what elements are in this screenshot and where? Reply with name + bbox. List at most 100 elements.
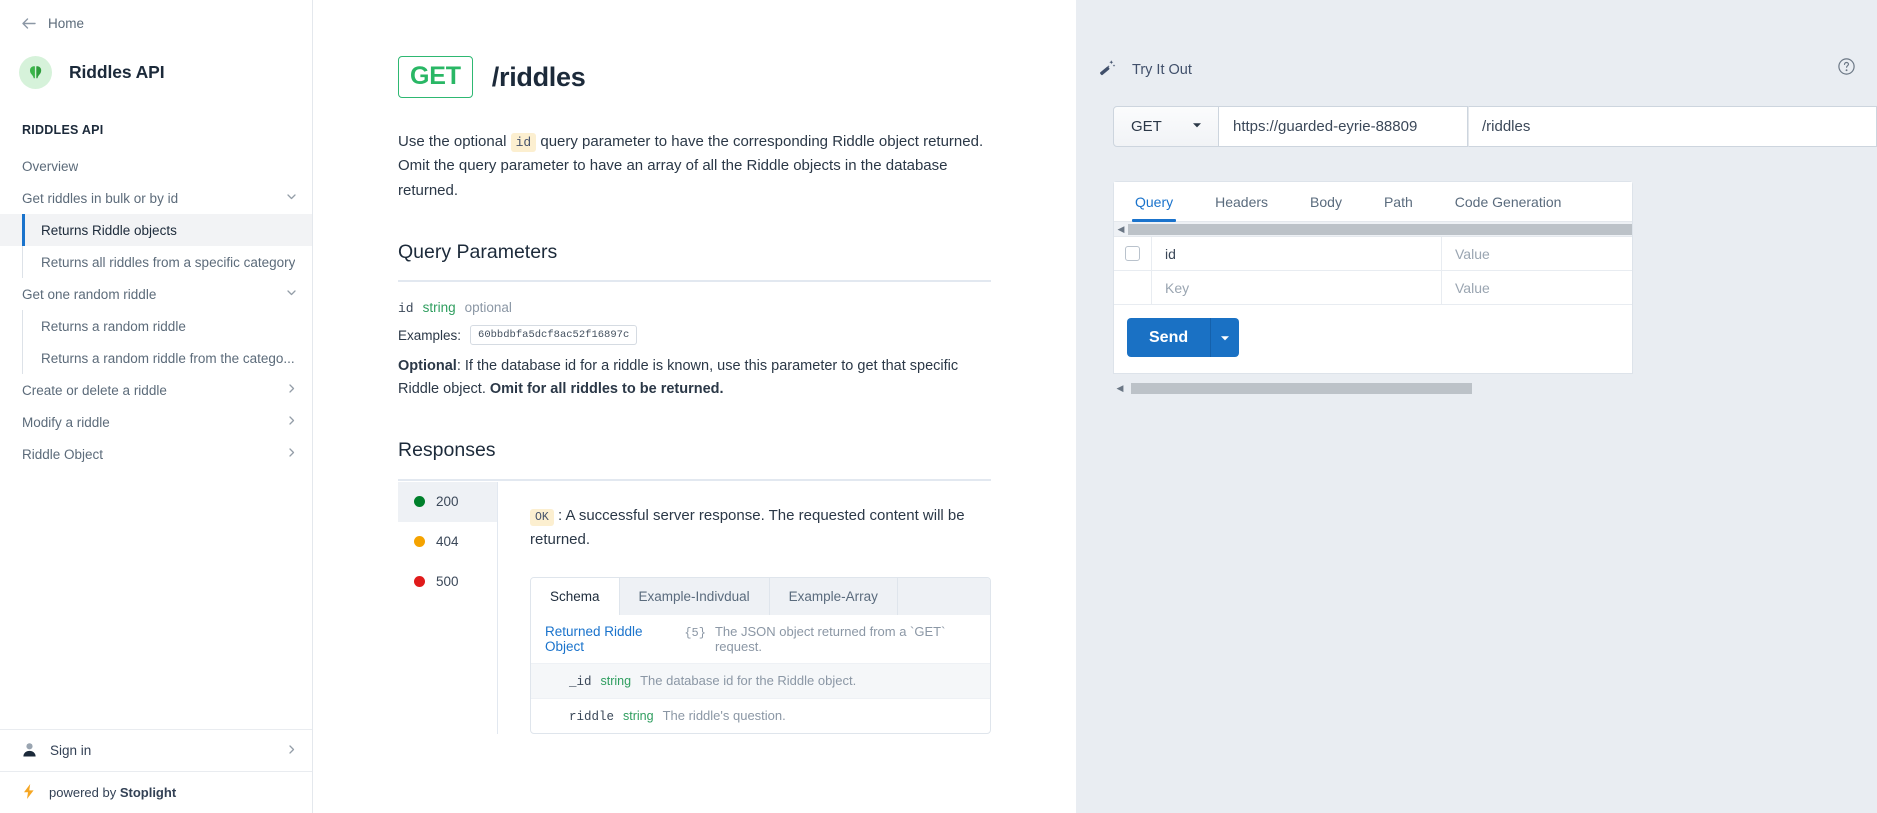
- tab-schema[interactable]: Schema: [531, 577, 620, 615]
- scrollbar-thumb[interactable]: [1128, 223, 1632, 235]
- chevron-down-icon: [1191, 118, 1203, 135]
- sidebar-item-label: Returns all riddles from a specific cate…: [41, 254, 296, 270]
- sidebar-item-returns-all-riddles-category[interactable]: Returns all riddles from a specific cate…: [0, 246, 312, 278]
- tab-example-individual[interactable]: Example-Indivdual: [620, 577, 770, 615]
- examples-label: Examples:: [398, 327, 462, 343]
- sign-in-left: Sign in: [22, 742, 91, 760]
- tab-headers[interactable]: Headers: [1194, 182, 1289, 221]
- schema-row: riddle string The riddle's question.: [531, 697, 990, 733]
- parameter-type: string: [422, 300, 456, 316]
- sidebar-item-overview[interactable]: Overview: [0, 150, 312, 182]
- schema-root-link[interactable]: Returned Riddle Object: [545, 624, 675, 654]
- status-dot-icon: [414, 496, 425, 508]
- sidebar-item-returns-random-riddle-category[interactable]: Returns a random riddle from the catego.…: [0, 342, 312, 374]
- help-circle-icon[interactable]: [1838, 58, 1855, 75]
- panel-horizontal-scrollbar[interactable]: ◀ ▶: [1113, 381, 1877, 396]
- path-input[interactable]: /riddles: [1468, 106, 1877, 147]
- response-code-200[interactable]: 200: [398, 481, 497, 522]
- chevron-right-icon: [285, 446, 298, 462]
- response-code-404[interactable]: 404: [398, 522, 497, 562]
- schema-panel: Schema Example-Indivdual Example-Array R…: [530, 576, 991, 734]
- param-key-input[interactable]: Key: [1152, 271, 1442, 304]
- brand-title: Riddles API: [69, 62, 165, 82]
- response-detail: OK : A successful server response. The r…: [498, 482, 991, 734]
- schema-field-name: _id: [569, 674, 592, 689]
- request-params-card: Query Headers Body Path Code Generation …: [1113, 181, 1633, 374]
- responses-heading: Responses: [398, 439, 496, 462]
- sign-in-button[interactable]: Sign in: [0, 729, 312, 771]
- sidebar-item-create-or-delete-riddle[interactable]: Create or delete a riddle: [0, 374, 312, 406]
- endpoint-path: /riddles: [491, 61, 586, 92]
- schema-root-row: Returned Riddle Object {5} The JSON obje…: [531, 615, 990, 663]
- description-part-1: Use the optional: [398, 133, 511, 150]
- param-value-placeholder: Value: [1455, 279, 1490, 296]
- param-value-input[interactable]: Value: [1442, 237, 1632, 270]
- response-code-list: 200 404 500: [398, 481, 498, 734]
- query-parameter-id: id string optional Examples: 60bbdbfa5dc…: [398, 282, 991, 401]
- tab-query[interactable]: Query: [1114, 182, 1194, 222]
- schema-field-type: string: [600, 673, 632, 688]
- parameter-examples: Examples: 60bbdbfa5dcf8ac52f16897c: [398, 325, 991, 346]
- request-tab-list: Query Headers Body Path Code Generation: [1114, 182, 1632, 222]
- sidebar-item-get-riddles-bulk[interactable]: Get riddles in bulk or by id: [0, 182, 312, 214]
- home-label: Home: [48, 15, 85, 31]
- scrollbar-thumb[interactable]: [1131, 383, 1472, 394]
- sidebar-item-label: Create or delete a riddle: [22, 382, 167, 398]
- nav-section-title: RIDDLES API: [22, 123, 104, 137]
- sidebar-item-returns-riddle-objects[interactable]: Returns Riddle objects: [0, 214, 312, 246]
- sidebar-item-returns-random-riddle[interactable]: Returns a random riddle: [0, 310, 312, 342]
- param-value-input[interactable]: Value: [1442, 271, 1632, 304]
- powered-by-text: powered by Stoplight: [49, 785, 176, 800]
- param-key-input[interactable]: id: [1152, 237, 1442, 270]
- param-key-placeholder: Key: [1165, 279, 1190, 296]
- stoplight-brand: Stoplight: [119, 785, 177, 800]
- tab-example-array[interactable]: Example-Array: [770, 577, 898, 615]
- schema-root-description: The JSON object returned from a `GET` re…: [714, 623, 946, 654]
- sidebar-item-label: Riddle Object: [22, 446, 104, 462]
- parameter-header: id string optional: [398, 300, 991, 316]
- param-key-value: id: [1165, 245, 1176, 262]
- sidebar: Home Riddles API RIDDLES API Overview Ge…: [0, 0, 313, 813]
- param-enabled-checkbox[interactable]: [1125, 246, 1140, 261]
- sidebar-item-label: Get one random riddle: [22, 286, 157, 302]
- schema-field-type: string: [623, 708, 654, 723]
- base-url-value: https://guarded-eyrie-88809: [1233, 118, 1418, 135]
- scroll-left-arrow-icon[interactable]: ◀: [1114, 224, 1128, 234]
- ok-chip: OK: [530, 508, 554, 526]
- sidebar-item-label: Overview: [22, 158, 79, 174]
- scroll-left-arrow-icon[interactable]: ◀: [1113, 383, 1127, 394]
- home-link[interactable]: Home: [0, 0, 312, 36]
- tab-path[interactable]: Path: [1363, 182, 1434, 221]
- send-options-button[interactable]: [1210, 318, 1240, 357]
- example-value-chip[interactable]: 60bbdbfa5dcf8ac52f16897c: [470, 325, 638, 346]
- sidebar-item-riddle-object[interactable]: Riddle Object: [0, 438, 312, 470]
- method-select[interactable]: GET: [1113, 106, 1219, 147]
- status-dot-icon: [414, 536, 425, 548]
- powered-by-stoplight[interactable]: powered by Stoplight: [0, 771, 312, 813]
- sidebar-item-get-one-random-riddle[interactable]: Get one random riddle: [0, 278, 312, 310]
- try-it-out-title: Try It Out: [1132, 61, 1192, 78]
- response-code-label: 200: [436, 494, 459, 510]
- sidebar-nav: Overview Get riddles in bulk or by id Re…: [0, 150, 312, 470]
- base-url-input[interactable]: https://guarded-eyrie-88809: [1219, 106, 1468, 147]
- param-checkbox-cell: [1114, 237, 1152, 270]
- schema-row: _id string The database id for the Riddl…: [531, 662, 990, 698]
- app-root: Home Riddles API RIDDLES API Overview Ge…: [0, 0, 1877, 813]
- send-button[interactable]: Send: [1127, 318, 1211, 357]
- scrollbar-track[interactable]: [1127, 381, 1877, 396]
- sidebar-item-label: Returns a random riddle: [41, 318, 186, 334]
- main-content: GET /riddles Use the optional id query p…: [313, 0, 1076, 813]
- response-code-500[interactable]: 500: [398, 562, 497, 602]
- tab-body[interactable]: Body: [1289, 182, 1363, 221]
- sidebar-item-label: Modify a riddle: [22, 414, 110, 430]
- brain-logo-icon: [19, 56, 52, 89]
- brand: Riddles API: [0, 36, 312, 89]
- schema-row-list: Returned Riddle Object {5} The JSON obje…: [531, 615, 990, 733]
- try-it-out-header: Try It Out: [1076, 0, 1877, 81]
- tab-code-generation[interactable]: Code Generation: [1434, 182, 1583, 221]
- sidebar-item-modify-a-riddle[interactable]: Modify a riddle: [0, 406, 312, 438]
- sidebar-item-label: Returns Riddle objects: [41, 222, 177, 238]
- schema-field-name: riddle: [569, 709, 615, 724]
- params-horizontal-scrollbar[interactable]: ◀: [1114, 222, 1632, 237]
- request-bar: GET https://guarded-eyrie-88809 /riddles: [1113, 106, 1877, 147]
